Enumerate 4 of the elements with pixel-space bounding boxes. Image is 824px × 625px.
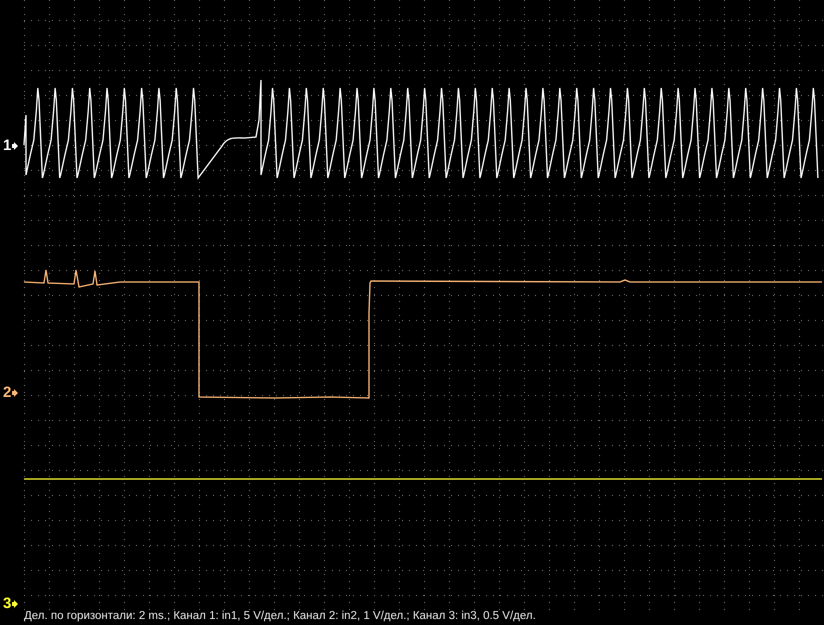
status-text: Дел. по горизонтали: 2 ms.; Канал 1: in1, 5 V/дел.; Канал 2: in2, 1 V/дел.; Канал 3: in3, 0.5 V/дел. [23, 610, 537, 624]
channel-marker: 1 [3, 138, 12, 154]
channel-marker: 3 [3, 596, 12, 612]
channel-marker: 2 [3, 385, 12, 401]
